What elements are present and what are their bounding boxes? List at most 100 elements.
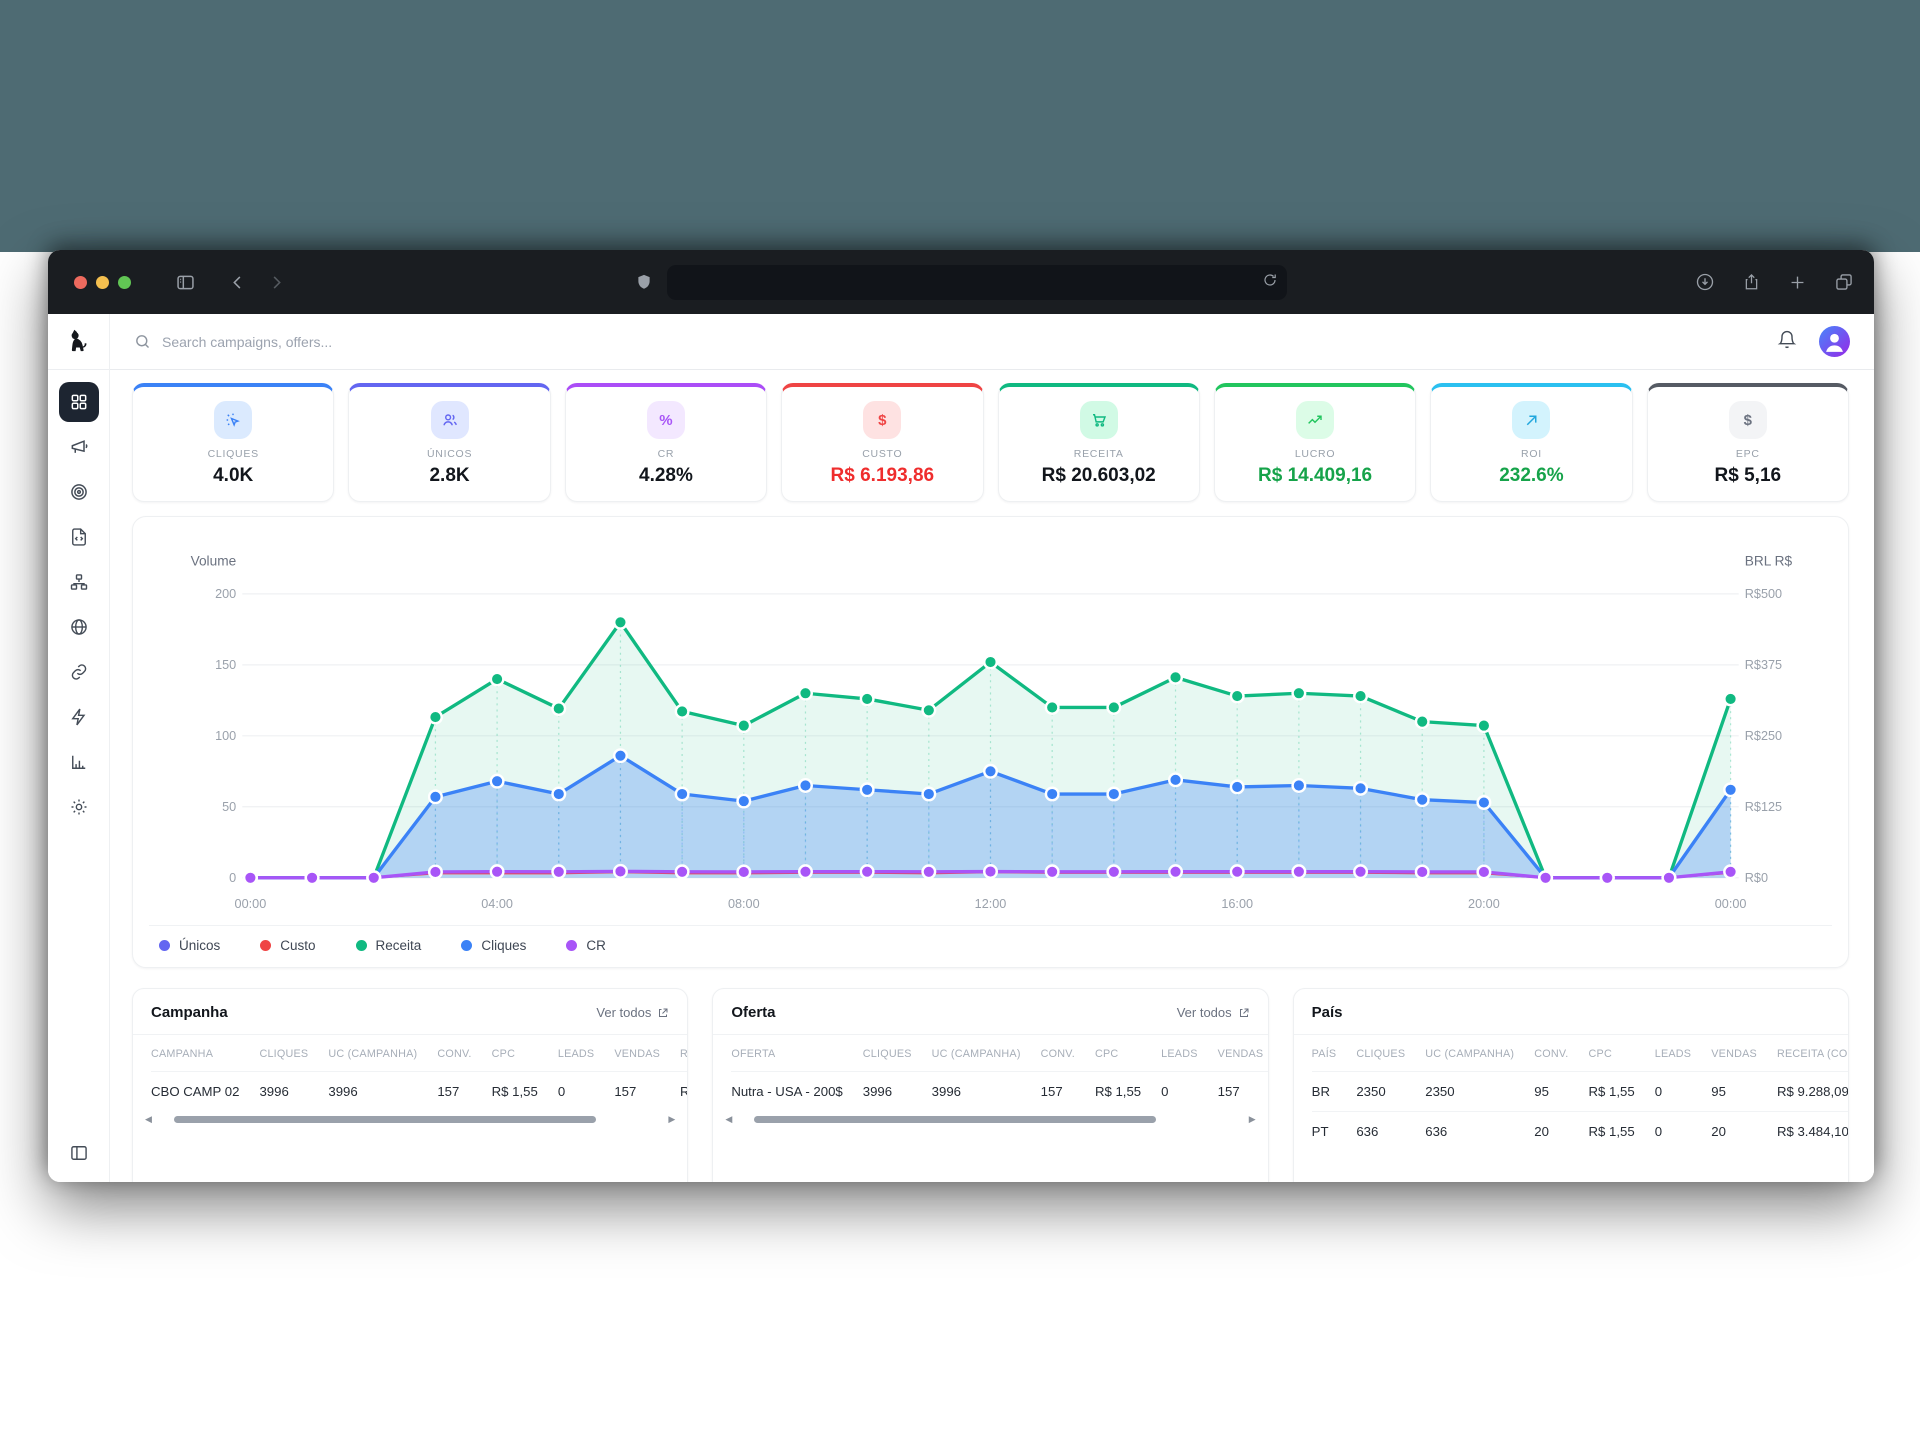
table-row: BR2350235095R$ 1,55095R$ 9.288,09 [1312,1072,1848,1112]
svg-text:04:00: 04:00 [481,897,513,911]
table-cell: 2350 [1356,1072,1425,1112]
svg-text:R$375: R$375 [1745,658,1782,672]
column-header: OFERTA [731,1035,862,1072]
offer-table-card: Oferta Ver todos OFERTACLIQUESUC (CAMPAN… [712,988,1268,1182]
browser-window: CLIQUES 4.0K ÚNICOS 2.8K % [48,250,1874,1182]
legend-item-receita[interactable]: Receita [356,938,422,953]
external-link-icon [657,1007,669,1019]
back-icon[interactable] [228,273,247,292]
external-link-icon [1238,1007,1250,1019]
new-tab-icon[interactable] [1788,273,1807,292]
sidebar-item-integrations[interactable] [59,697,99,737]
scroll-right-arrow[interactable]: ▶ [668,1115,675,1124]
megaphone-icon [69,437,89,457]
sidebar-item-offers[interactable] [59,472,99,512]
sidebar-item-settings[interactable] [59,787,99,827]
downloads-icon[interactable] [1695,272,1715,292]
legend-label: CR [586,938,606,953]
view-all-link[interactable]: Ver todos [1177,1005,1250,1020]
sidebar-item-reports[interactable] [59,742,99,782]
dollar-icon: $ [1729,401,1767,439]
table-cell: 3996 [863,1072,932,1112]
scroll-left-arrow[interactable]: ◀ [145,1115,152,1124]
column-header: R [680,1035,687,1072]
svg-text:Volume: Volume [191,553,237,568]
legend-label: Custo [280,938,315,953]
column-header: CAMPANHA [151,1035,259,1072]
kpi-row: CLIQUES 4.0K ÚNICOS 2.8K % [132,383,1849,502]
column-header: LEADS [1655,1035,1712,1072]
table-cell: R$ 1,55 [1589,1112,1655,1152]
notifications-bell-icon[interactable] [1777,329,1797,355]
column-header: CONV. [437,1035,491,1072]
zoom-window-button[interactable] [118,276,131,289]
browser-titlebar [48,250,1874,314]
svg-text:150: 150 [215,658,236,672]
legend-item-cr[interactable]: CR [566,938,606,953]
table-cell: 0 [558,1072,615,1112]
view-all-link[interactable]: Ver todos [596,1005,669,1020]
svg-text:08:00: 08:00 [728,897,760,911]
column-header: CPC [1589,1035,1655,1072]
scrollbar-thumb[interactable] [174,1116,596,1123]
traffic-chart-svg[interactable]: VolumeBRL R$200R$500150R$375100R$25050R$… [149,529,1832,919]
tab-overview-icon[interactable] [1834,272,1854,292]
table-row: PT63663620R$ 1,55020R$ 3.484,10 [1312,1112,1848,1152]
table-cell: CBO CAMP 02 [151,1072,259,1112]
kpi-label: CR [574,448,758,460]
column-header: CLIQUES [259,1035,328,1072]
svg-text:16:00: 16:00 [1221,897,1253,911]
kpi-card-unicos: ÚNICOS 2.8K [348,383,550,502]
share-icon[interactable] [1742,272,1761,292]
sidebar-item-dashboard[interactable] [59,382,99,422]
table-cell: R [680,1072,687,1112]
svg-text:20:00: 20:00 [1468,897,1500,911]
dog-logo-icon [65,328,92,355]
address-bar[interactable] [667,265,1287,300]
forward-icon[interactable] [267,273,286,292]
app-logo[interactable] [48,314,109,370]
scrollbar-thumb[interactable] [754,1116,1156,1123]
bar-chart-icon [69,752,89,772]
reload-icon[interactable] [1262,272,1278,293]
sidebar-item-flows[interactable] [59,562,99,602]
svg-text:R$125: R$125 [1745,800,1782,814]
column-header: UC (CAMPANHA) [1425,1035,1534,1072]
column-header: CPC [492,1035,558,1072]
scroll-right-arrow[interactable]: ▶ [1249,1115,1256,1124]
app-header [110,314,1874,370]
legend-item-unicos[interactable]: Únicos [159,938,220,953]
sidebar-item-links[interactable] [59,652,99,692]
minimize-window-button[interactable] [96,276,109,289]
sidebar-item-campaigns[interactable] [59,427,99,467]
sidebar-item-landing-pages[interactable] [59,517,99,557]
table-title: País [1312,1004,1343,1021]
scroll-left-arrow[interactable]: ◀ [725,1115,732,1124]
scrollbar-track[interactable] [159,1116,661,1123]
shield-icon[interactable] [635,272,653,292]
scrollbar-track[interactable] [739,1116,1241,1123]
table-cell: 3996 [932,1072,1041,1112]
horizontal-scrollbar: ◀ ▶ [713,1111,1267,1124]
avatar[interactable] [1819,326,1850,357]
table-cell: 20 [1711,1112,1777,1152]
legend-item-cliques[interactable]: Cliques [461,938,526,953]
sidebar-item-domains[interactable] [59,607,99,647]
cursor-click-icon [214,401,252,439]
close-window-button[interactable] [74,276,87,289]
table-cell: 95 [1534,1072,1588,1112]
kpi-value: 232.6% [1439,465,1623,487]
legend-dot [461,940,472,951]
collapse-sidebar-icon[interactable] [69,1143,89,1168]
search-input[interactable] [162,334,582,350]
legend-label: Cliques [481,938,526,953]
column-header: VENDAS [1711,1035,1777,1072]
kpi-card-cr: % CR 4.28% [565,383,767,502]
table-cell: 95 [1711,1072,1777,1112]
svg-text:00:00: 00:00 [1715,897,1747,911]
browser-sidebar-toggle-icon[interactable] [175,272,196,293]
svg-text:0: 0 [229,871,236,885]
column-header: CONV. [1534,1035,1588,1072]
legend-item-custo[interactable]: Custo [260,938,315,953]
table-cell: 0 [1161,1072,1218,1112]
